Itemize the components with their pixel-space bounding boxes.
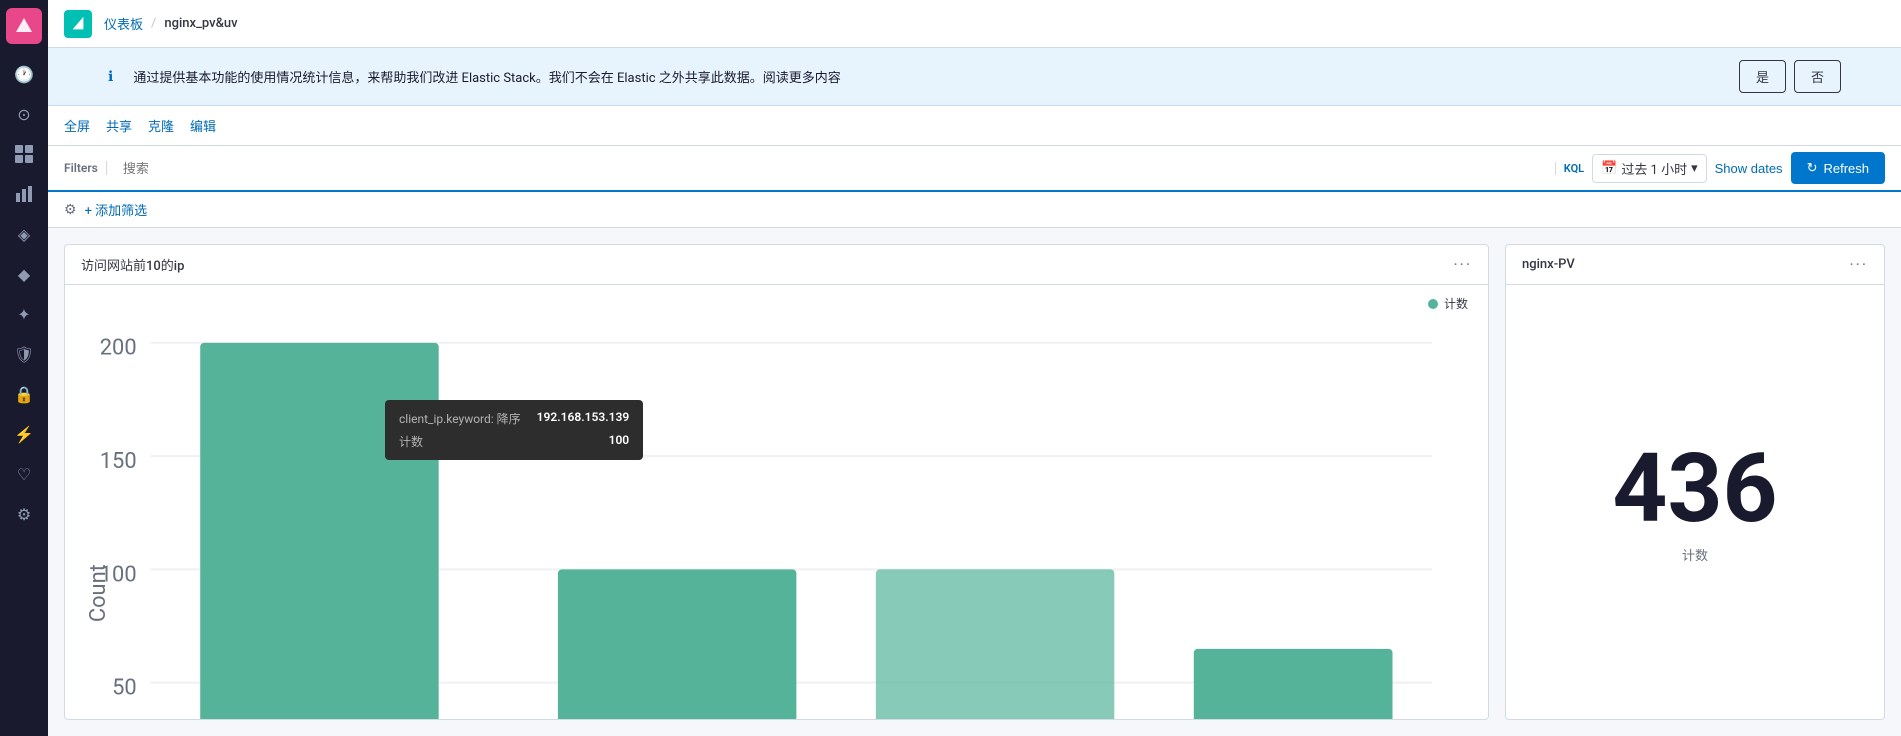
calendar-icon: 📅	[1601, 161, 1617, 176]
bar-chart: 200 150 100 50 0 Count	[81, 311, 1472, 720]
filter-row: ⚙ + 添加筛选	[48, 192, 1901, 228]
date-picker[interactable]: 📅 过去 1 小时 ▾	[1592, 154, 1706, 183]
bar-4[interactable]	[1194, 649, 1393, 720]
panel-right-title: nginx-PV	[1522, 257, 1575, 272]
panel-right-menu[interactable]: ···	[1849, 255, 1868, 274]
sidebar-icon-ml[interactable]: ✦	[6, 296, 42, 332]
kql-badge[interactable]: KQL	[1555, 162, 1584, 175]
add-filter-button[interactable]: + 添加筛选	[85, 200, 148, 219]
info-icon: ℹ	[108, 69, 113, 85]
time-range-label: 过去 1 小时	[1621, 159, 1687, 178]
svg-text:200: 200	[100, 336, 137, 361]
show-dates-button[interactable]: Show dates	[1715, 161, 1783, 176]
svg-text:50: 50	[112, 676, 137, 701]
bar-2[interactable]	[558, 569, 796, 720]
settings-icon[interactable]: ⚙	[64, 202, 77, 218]
tooltip-row1-value: 192.168.153.139	[537, 410, 630, 427]
panel-right: nginx-PV ··· 436 计数	[1505, 244, 1885, 720]
panel-right-body: 436 计数	[1506, 285, 1884, 719]
panel-left: 访问网站前10的ip ··· 计数 200 150 100 50 0	[64, 244, 1489, 720]
main-content: 仪表板 / nginx_pv&uv ℹ 通过提供基本功能的使用情况统计信息，来帮…	[48, 0, 1901, 736]
breadcrumb: 仪表板 / nginx_pv&uv	[104, 14, 238, 33]
refresh-icon: ↻	[1807, 160, 1818, 176]
filter-bar-wrapper: Filters KQL 📅 过去 1 小时 ▾ Show dates ↻ Ref…	[48, 146, 1901, 192]
breadcrumb-separator: /	[151, 16, 156, 31]
legend-label: 计数	[1444, 295, 1468, 312]
clone-button[interactable]: 克隆	[148, 112, 174, 139]
sidebar-icon-apm[interactable]: ⚡	[6, 416, 42, 452]
legend-dot	[1428, 299, 1438, 309]
banner-text: 通过提供基本功能的使用情况统计信息，来帮助我们改进 Elastic Stack。…	[133, 67, 1723, 86]
edit-button[interactable]: 编辑	[190, 112, 216, 139]
sidebar-icon-visualize[interactable]	[6, 176, 42, 212]
sidebar-icon-lens[interactable]: ◈	[6, 216, 42, 252]
panel-left-menu[interactable]: ···	[1453, 255, 1472, 274]
breadcrumb-current: nginx_pv&uv	[164, 16, 237, 31]
dashboard-toolbar: 全屏 共享 克隆 编辑	[48, 106, 1901, 146]
sidebar-icon-discover[interactable]: ⊙	[6, 96, 42, 132]
sidebar-icon-dashboard[interactable]	[6, 136, 42, 172]
bar-3[interactable]	[876, 569, 1114, 720]
panel-left-header: 访问网站前10的ip ···	[65, 245, 1488, 285]
search-input[interactable]	[115, 161, 1547, 176]
refresh-label: Refresh	[1823, 161, 1869, 176]
bar-tooltip: client_ip.keyword: 降序 192.168.153.139 计数…	[385, 400, 643, 460]
sidebar: 🕐 ⊙ ◈ ◆ ✦ 🛡 🔒 ⚡ ♡ ⚙	[0, 0, 48, 736]
topbar: 仪表板 / nginx_pv&uv	[48, 0, 1901, 48]
sidebar-icon-security[interactable]: 🔒	[6, 376, 42, 412]
sidebar-icon-clock[interactable]: 🕐	[6, 56, 42, 92]
svg-text:Count: Count	[86, 564, 111, 622]
breadcrumb-parent[interactable]: 仪表板	[104, 14, 143, 33]
usage-banner: ℹ 通过提供基本功能的使用情况统计信息，来帮助我们改进 Elastic Stac…	[48, 48, 1901, 106]
sidebar-icon-maps[interactable]: ◆	[6, 256, 42, 292]
app-logo	[6, 8, 42, 44]
sidebar-icon-siem[interactable]: 🛡	[6, 336, 42, 372]
tooltip-row1-label: client_ip.keyword: 降序	[399, 410, 521, 427]
big-number: 436	[1612, 441, 1777, 537]
panel-left-body: 计数 200 150 100 50 0 Count	[65, 285, 1488, 720]
big-number-label: 计数	[1682, 545, 1708, 564]
banner-buttons: 是 否	[1739, 60, 1841, 93]
share-button[interactable]: 共享	[106, 112, 132, 139]
banner-yes-button[interactable]: 是	[1739, 60, 1786, 93]
banner-no-button[interactable]: 否	[1794, 60, 1841, 93]
sidebar-icon-settings[interactable]: ⚙	[6, 496, 42, 532]
filters-label: Filters	[64, 161, 107, 175]
svg-text:150: 150	[100, 449, 137, 474]
refresh-button[interactable]: ↻ Refresh	[1791, 152, 1885, 184]
fullscreen-button[interactable]: 全屏	[64, 112, 90, 139]
tooltip-row2-label: 计数	[399, 433, 423, 450]
sidebar-icon-uptime[interactable]: ♡	[6, 456, 42, 492]
tooltip-row2-value: 100	[609, 433, 630, 450]
panel-left-title: 访问网站前10的ip	[81, 255, 184, 274]
content-area: 访问网站前10的ip ··· 计数 200 150 100 50 0	[48, 228, 1901, 736]
kibana-logo	[64, 10, 92, 38]
chevron-down-icon: ▾	[1691, 161, 1698, 176]
panel-right-header: nginx-PV ···	[1506, 245, 1884, 285]
